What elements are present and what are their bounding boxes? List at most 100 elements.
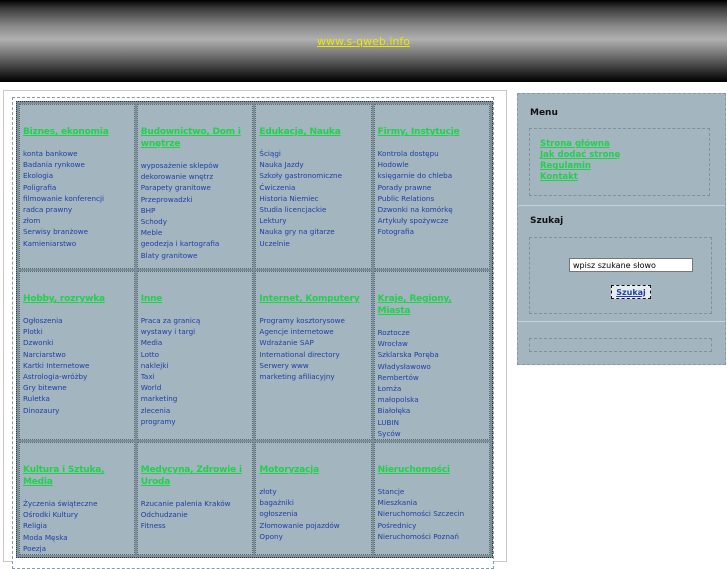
category-link[interactable]: BHP [141, 205, 250, 216]
category-link[interactable]: programy [141, 416, 250, 427]
menu-link-home[interactable]: Strona główna [540, 139, 709, 150]
category-link[interactable]: Narciarstwo [23, 349, 131, 360]
category-title[interactable]: Inne [141, 293, 250, 305]
category-title[interactable]: Biznes, ekonomia [23, 126, 131, 138]
category-link[interactable]: Hodowle [378, 159, 486, 170]
category-link[interactable]: Mieszkania [378, 497, 486, 508]
category-link[interactable]: Roztocze [378, 327, 486, 338]
category-link[interactable]: wyposażenie sklepów [141, 160, 250, 171]
category-link[interactable]: Meble [141, 227, 250, 238]
category-title[interactable]: Hobby, rozrywka [23, 293, 131, 305]
category-link[interactable]: Gry bitewne [23, 382, 131, 393]
category-link[interactable]: Nieruchomości Szczecin [378, 508, 486, 519]
category-link[interactable]: Rembertów [378, 372, 486, 383]
category-link[interactable]: Astrologia-wróżby [23, 371, 131, 382]
search-input[interactable] [569, 258, 693, 272]
category-link[interactable]: Wdrażanie SAP [259, 337, 367, 348]
category-link[interactable]: Kartki Internetowe [23, 360, 131, 371]
category-link[interactable]: Studia licencjackie [259, 204, 367, 215]
category-link[interactable]: Dinozaury [23, 405, 131, 416]
category-title[interactable]: Firmy, Instytucje [378, 126, 486, 138]
category-link[interactable]: złom [23, 215, 131, 226]
category-link[interactable]: Schody [141, 216, 250, 227]
search-button[interactable]: Szukaj [611, 285, 651, 299]
category-link[interactable]: Przeprowadzki [141, 194, 250, 205]
category-link[interactable]: Serwery www [259, 360, 367, 371]
category-link[interactable]: Ekologia [23, 170, 131, 181]
category-link[interactable]: Wrocław [378, 338, 486, 349]
category-link[interactable]: Białołęka [378, 405, 486, 416]
category-link[interactable]: Syców [378, 428, 486, 439]
category-title[interactable]: Edukacja, Nauka [259, 126, 367, 138]
category-link[interactable]: Ośrodki Kultury [23, 509, 131, 520]
category-title[interactable]: Kraje, Regiony, Miasta [378, 293, 486, 317]
category-title[interactable]: Medycyna, Zdrowie i Uroda [141, 464, 250, 488]
category-link[interactable]: Uczelnie [259, 238, 367, 249]
category-link[interactable]: filmowanie konferencji [23, 193, 131, 204]
category-link[interactable]: bagażniki [259, 497, 367, 508]
category-link[interactable]: Rzucanie palenia Kraków [141, 498, 250, 509]
category-link[interactable]: Dzwonki [23, 337, 131, 348]
category-link[interactable]: Historia Niemiec [259, 193, 367, 204]
category-link[interactable]: złoty [259, 486, 367, 497]
category-link[interactable]: zlecenia [141, 405, 250, 416]
category-link[interactable]: naklejki [141, 360, 250, 371]
category-link[interactable]: Serwisy branżowe [23, 226, 131, 237]
category-link[interactable]: Blaty granitowe [141, 250, 250, 261]
category-link[interactable]: Fotografia [378, 226, 486, 237]
menu-link-add-site[interactable]: Jak dodać stronę [540, 150, 709, 161]
category-link[interactable]: International directory [259, 349, 367, 360]
category-link[interactable]: Lotto [141, 349, 250, 360]
category-link[interactable]: Fitness [141, 520, 250, 531]
category-link[interactable]: dekorowanie wnętrz [141, 171, 250, 182]
category-link[interactable]: Media [141, 337, 250, 348]
category-link[interactable]: konta bankowe [23, 148, 131, 159]
site-link[interactable]: www.s-qweb.info [0, 35, 727, 48]
category-title[interactable]: Internet, Komputery [259, 293, 367, 305]
category-link[interactable]: Badania rynkowe [23, 159, 131, 170]
category-link[interactable]: Praca za granicą [141, 315, 250, 326]
category-link[interactable]: Życzenia świąteczne [23, 498, 131, 509]
category-link[interactable]: Opony [259, 531, 367, 542]
category-link[interactable]: wystawy i targi [141, 326, 250, 337]
category-link[interactable]: Ściągi [259, 148, 367, 159]
category-link[interactable]: Public Relations [378, 193, 486, 204]
category-link[interactable]: Złomowanie pojazdów [259, 520, 367, 531]
category-link[interactable]: marketing [141, 393, 250, 404]
category-link[interactable]: Ćwiczenia [259, 182, 367, 193]
category-link[interactable]: Łomża [378, 383, 486, 394]
category-link[interactable]: Dzwonki na komórkę [378, 204, 486, 215]
category-link[interactable]: Szkoły gastronomiczne [259, 170, 367, 181]
category-title[interactable]: Nieruchomości [378, 464, 486, 476]
category-link[interactable]: Władysławowo [378, 361, 486, 372]
category-link[interactable]: Ogłoszenia [23, 315, 131, 326]
category-link[interactable]: Kamieniarstwo [23, 238, 131, 249]
category-link[interactable]: Nieruchomości Poznań [378, 531, 486, 542]
category-title[interactable]: Motoryzacja [259, 464, 367, 476]
category-link[interactable]: ogłoszenia [259, 508, 367, 519]
category-link[interactable]: Kontrola dostępu [378, 148, 486, 159]
category-link[interactable]: Plotki [23, 326, 131, 337]
category-link[interactable]: geodezja i kartografia [141, 238, 250, 249]
category-link[interactable]: World [141, 382, 250, 393]
category-title[interactable]: Budownictwo, Dom i wnętrze [141, 126, 250, 150]
category-link[interactable]: Stancje [378, 486, 486, 497]
category-link[interactable]: księgarnie do chleba [378, 170, 486, 181]
category-link[interactable]: Nauka Jazdy [259, 159, 367, 170]
category-link[interactable]: Nauka gry na gitarze [259, 226, 367, 237]
category-link[interactable]: radca prawny [23, 204, 131, 215]
category-link[interactable]: LUBIN [378, 417, 486, 428]
menu-link-rules[interactable]: Regulamin [540, 161, 709, 172]
category-link[interactable]: Poligrafia [23, 182, 131, 193]
category-link[interactable]: Moda Męska [23, 532, 131, 543]
category-link[interactable]: Szklarska Poręba [378, 349, 486, 360]
category-link[interactable]: Lektury [259, 215, 367, 226]
category-title[interactable]: Kultura i Sztuka, Media [23, 464, 131, 488]
category-link[interactable]: Pośrednicy [378, 520, 486, 531]
category-link[interactable]: marketing afiliacyjny [259, 371, 367, 382]
category-link[interactable]: Agencje internetowe [259, 326, 367, 337]
category-link[interactable]: małopolska [378, 394, 486, 405]
category-link[interactable]: Ruletka [23, 393, 131, 404]
category-link[interactable]: Taxi [141, 371, 250, 382]
category-link[interactable]: Odchudzanie [141, 509, 250, 520]
